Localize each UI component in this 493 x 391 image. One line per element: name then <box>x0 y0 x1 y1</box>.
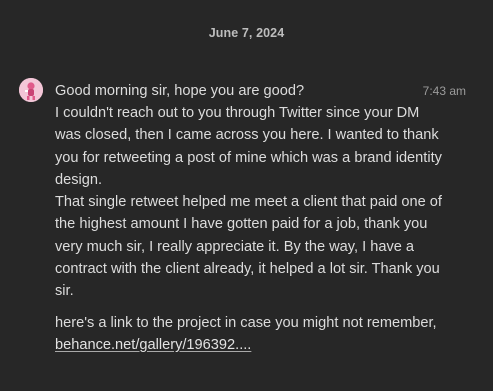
message-line: I couldn't reach out to you through Twit… <box>55 105 420 121</box>
message-line: very much sir, I really appreciate it. B… <box>55 238 415 255</box>
followup-text: here's a link to the project in case you… <box>55 314 437 331</box>
message-line: That single retweet helped me meet a cli… <box>55 194 442 211</box>
date-separator: June 7, 2024 <box>208 26 285 40</box>
avatar-icon <box>19 78 43 102</box>
message-line: you for retweeting a post of mine which … <box>55 149 442 166</box>
message-line: was closed, then I came across you here.… <box>55 127 439 144</box>
message-timestamp: 7:43 am <box>422 84 466 98</box>
message-line: the highest amount I have gotten paid fo… <box>55 216 428 233</box>
message-body: Good morning sir, hope you are good? 7:4… <box>55 80 466 356</box>
project-link[interactable]: behance.net/gallery/196392.... <box>55 337 251 353</box>
message-line: contract with the client already, it hel… <box>55 261 440 278</box>
message-line: design. <box>55 171 103 188</box>
message-line: sir. <box>55 283 74 300</box>
message-line: Good morning sir, hope you are good? <box>55 83 305 99</box>
avatar[interactable] <box>19 78 43 102</box>
